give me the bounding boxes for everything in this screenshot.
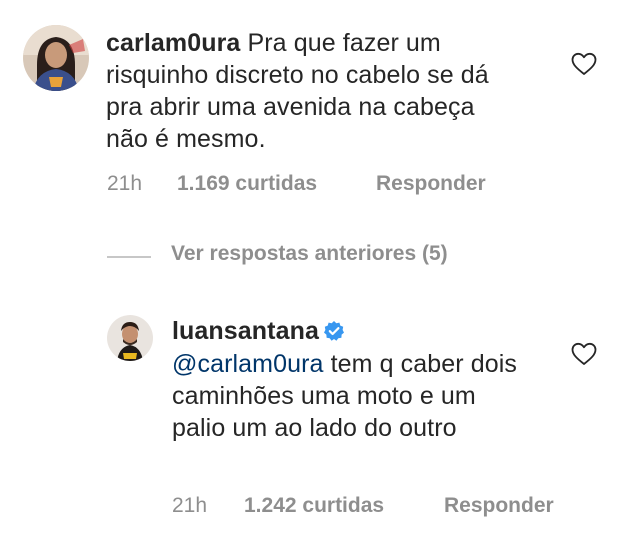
avatar-photo-icon <box>23 25 89 91</box>
reply-text-block: @carlam0ura tem q caber dois caminhões u… <box>172 348 517 444</box>
reply-header: luansantana <box>172 315 532 347</box>
comment-reply-button[interactable]: Responder <box>376 172 486 196</box>
like-heart-icon[interactable] <box>571 342 597 366</box>
view-previous-replies-label: Ver respostas anteriores (5) <box>171 242 448 265</box>
reply-meta: 21h 1.242 curtidas Responder <box>172 494 592 522</box>
reply-username[interactable]: luansantana <box>172 317 319 345</box>
like-heart-icon[interactable] <box>571 52 597 76</box>
view-previous-replies-button[interactable]: Ver respostas anteriores (5) <box>107 242 527 272</box>
reply-mention-link[interactable]: @carlam0ura <box>172 350 324 378</box>
comment-time: 21h <box>107 172 143 195</box>
reply-time: 21h <box>172 494 208 517</box>
comment-likes-count[interactable]: 1.169 curtidas <box>177 172 317 196</box>
replies-divider-line <box>107 256 151 258</box>
comment-username[interactable]: carlam0ura <box>106 29 240 57</box>
comment-text-block: carlam0ura Pra que fazer um risquinho di… <box>106 27 516 155</box>
comment-meta: 21h 1.169 curtidas Responder <box>107 172 527 200</box>
avatar-photo-icon <box>107 315 153 361</box>
commenter-avatar[interactable] <box>23 25 89 91</box>
verified-badge-icon <box>323 321 344 341</box>
reply-likes-count[interactable]: 1.242 curtidas <box>244 494 384 518</box>
reply-reply-button[interactable]: Responder <box>444 494 554 518</box>
reply-avatar[interactable] <box>107 315 153 361</box>
